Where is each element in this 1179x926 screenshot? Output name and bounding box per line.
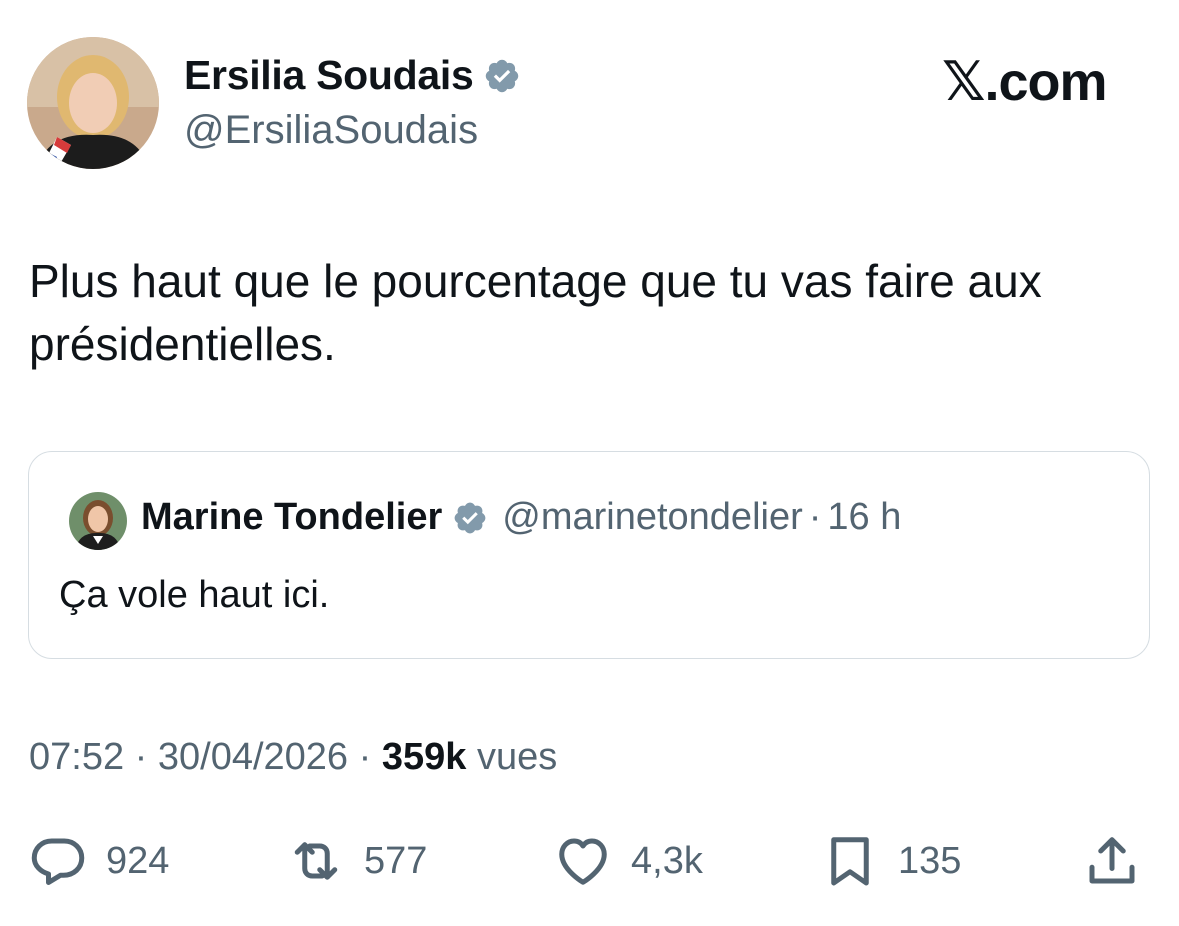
quote-avatar-image (69, 492, 127, 550)
retweet-button[interactable]: 577 (286, 826, 427, 896)
quote-avatar[interactable] (69, 492, 127, 550)
bookmark-button[interactable]: 135 (820, 826, 961, 896)
share-button[interactable] (1082, 826, 1142, 896)
like-button[interactable]: 4,3k (553, 826, 703, 896)
quote-author-name[interactable]: Marine Tondelier (141, 496, 442, 539)
share-icon (1089, 837, 1135, 884)
tweet-meta: 07:52 · 30/04/2026 · 359k vues (29, 736, 557, 779)
quoted-tweet-card[interactable]: Marine Tondelier @marinetondelier · 16 h… (28, 451, 1150, 659)
views-label: vues (466, 736, 558, 778)
quote-timestamp[interactable]: 16 h (827, 496, 901, 539)
quote-header: Marine Tondelier @marinetondelier · 16 h (141, 496, 901, 539)
like-count: 4,3k (631, 839, 703, 882)
meta-separator: · (124, 736, 158, 778)
reply-count: 924 (106, 839, 170, 882)
author-avatar-image (27, 37, 159, 169)
quote-author-handle[interactable]: @marinetondelier (502, 496, 803, 539)
tweet-date[interactable]: 30/04/2026 (158, 736, 348, 778)
x-com-logo: 𝕏.com (942, 52, 1108, 112)
verified-icon (486, 59, 519, 92)
quote-text: Ça vole haut ici. (59, 574, 330, 616)
bookmark-icon (831, 837, 869, 886)
like-icon (559, 838, 607, 885)
meta-separator: · (348, 736, 382, 778)
verified-icon (454, 502, 486, 533)
tweet-time[interactable]: 07:52 (29, 736, 124, 778)
author-handle[interactable]: @ErsiliaSoudais (184, 108, 478, 153)
retweet-icon (294, 842, 338, 880)
reply-button[interactable]: 924 (28, 826, 169, 896)
author-name[interactable]: Ersilia Soudais (184, 52, 474, 99)
author-avatar[interactable] (27, 37, 159, 169)
retweet-count: 577 (364, 839, 428, 882)
views-count: 359k (381, 736, 467, 778)
author-name-row[interactable]: Ersilia Soudais (184, 52, 521, 99)
bookmark-count: 135 (898, 839, 962, 882)
reply-icon (31, 838, 85, 885)
quote-separator: · (808, 496, 822, 538)
tweet-text: Plus haut que le pourcentage que tu vas … (29, 255, 1042, 370)
action-bar: 924 577 4,3k 135 (0, 826, 1179, 896)
